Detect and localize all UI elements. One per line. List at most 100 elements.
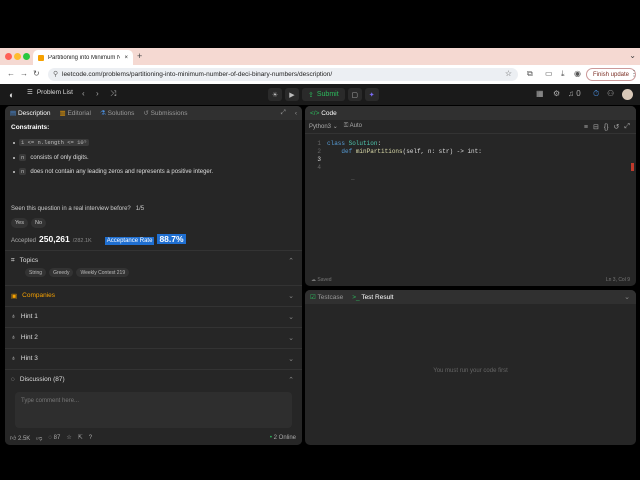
premium-icon[interactable]: ⚇ [607,89,614,98]
description-panel: ▤ Description ▥ Editorial ⚗ Solutions ↺ … [5,106,302,445]
timer-icon[interactable]: ⏱ [593,89,599,99]
lightbulb-icon: ♁ [11,313,16,320]
topic-tag[interactable]: Greedy [49,268,74,277]
browser-tab-title: Partitioning into Minimum N... [48,54,121,61]
companies-section[interactable]: ▣ Companies ⌄ [5,285,302,305]
chevron-down-icon: ⌄ [288,292,294,300]
tab-editorial[interactable]: ▥ Editorial [59,109,90,117]
dislike-button[interactable]: 👎︎ [36,434,42,442]
collapse-icon[interactable]: ‹ [295,110,297,117]
hint-1-section[interactable]: ♁ Hint 1 ⌄ [5,306,302,326]
panel-options-icon[interactable]: ⌄ [624,293,630,301]
terminal-icon: >_ [352,293,360,301]
constraint-item: n does not contain any leading zeros and… [13,168,213,175]
notifications-icon[interactable]: ♫ 0 [568,89,581,98]
test-panel-tabs: ☑ Testcase >_ Test Result [305,290,636,304]
favorite-star-icon[interactable]: ☆ [66,434,71,441]
yes-button[interactable]: Yes [11,218,28,228]
download-icon[interactable]: ⤓ [561,69,565,79]
profile-icon[interactable]: ◉ [574,69,581,78]
run-code-message: You must run your code first [433,368,508,374]
site-info-icon[interactable]: ⚲ [53,70,58,78]
language-select[interactable]: Python3 ⌄ [309,123,338,130]
prev-problem-icon[interactable]: ‹ [82,89,85,98]
code-tools: ≡ ⊟ {} ↺ ⤢ [584,120,630,134]
accepted-value: 250,261 [39,234,70,244]
code-line-2: def minPartitions(self, n: str) -> int: [341,148,482,155]
bullet-dot [13,141,15,144]
avatar[interactable] [622,89,633,100]
braces-icon[interactable]: {} [604,124,609,131]
sidebar-icon[interactable]: ▭ [545,69,553,78]
finish-update-button[interactable]: Finish update [586,68,637,81]
no-button[interactable]: No [31,218,47,228]
browser-menu-icon[interactable]: ⋮ [630,69,638,78]
browser-tab[interactable]: Partitioning into Minimum N... × [33,50,133,65]
fullscreen-icon[interactable]: ⤢ [624,123,630,131]
forward-icon[interactable]: → [20,69,28,78]
topic-tag[interactable]: String [25,268,47,277]
tab-submissions[interactable]: ↺ Submissions [143,109,187,117]
acceptance-rate-value: 88.7% [157,234,186,244]
online-count: 2 [273,434,277,441]
like-button[interactable]: 👍︎ 2.5K [10,434,30,442]
tab-test-result[interactable]: >_ Test Result [352,294,393,301]
problem-list-button[interactable]: ☰ Problem List [27,88,73,97]
maximize-window-button[interactable] [23,53,30,60]
shuffle-icon[interactable]: ⤨ [110,89,116,99]
run-button[interactable]: ▶ [285,88,299,101]
topics-section[interactable]: ⌗ Topics ⌃ [5,250,302,270]
chevron-up-icon: ⌃ [288,376,294,384]
submit-label: Submit [316,91,339,98]
discussion-label: Discussion (87) [19,376,65,383]
reset-icon[interactable]: ↺ [614,123,620,131]
tab-solutions[interactable]: ⚗ Solutions [100,109,134,117]
discussion-section[interactable]: ◌ Discussion (87) ⌃ [5,369,302,389]
hint-3-section[interactable]: ♁ Hint 3 ⌄ [5,348,302,368]
format-icon[interactable]: ≡ [584,124,588,131]
line-number: 3 [317,156,321,163]
code-panel-header: </> Code [305,106,636,120]
close-window-button[interactable] [5,53,12,60]
seen-question-text: Seen this question in a real interview b… [11,206,131,212]
debug-icon[interactable]: ☀ [268,88,282,101]
layout-icon[interactable]: ▦ [536,89,544,98]
tab-description[interactable]: ▤ Description [10,109,50,117]
testcase-label: Testcase [317,294,344,301]
notes-icon[interactable]: ▢ [347,88,362,101]
submit-button[interactable]: ⇪ Submit [302,88,345,101]
ai-assistant-icon[interactable]: ✦ [364,88,379,101]
hint-2-label: Hint 2 [20,334,38,341]
bookmark-icon[interactable]: ⊟ [593,123,599,131]
share-icon[interactable]: ⇱ [78,434,83,441]
auto-mode-toggle[interactable]: ⚿ Auto [344,123,362,130]
close-tab-icon[interactable]: × [124,55,128,61]
tab-search-icon[interactable]: ⌄ [629,51,636,60]
settings-icon[interactable]: ⚙ [553,89,560,98]
expand-icon[interactable]: ⤢ [281,109,286,117]
cursor-marker: _ [351,174,355,181]
test-panel: ☑ Testcase >_ Test Result ⌄ You must run… [305,290,636,445]
reload-icon[interactable]: ↻ [33,69,40,78]
leetcode-logo-icon[interactable]: ◐ [9,90,14,100]
back-icon[interactable]: ← [7,69,15,78]
tab-testcase[interactable]: ☑ Testcase [310,293,343,301]
code-tab[interactable]: </> Code [310,110,337,117]
constraint-code: n [19,168,27,175]
hint-2-section[interactable]: ♁ Hint 2 ⌄ [5,327,302,347]
minimize-window-button[interactable] [14,53,21,60]
next-problem-icon[interactable]: › [96,89,99,98]
leetcode-favicon-icon [38,54,44,61]
comments-button[interactable]: ◌ 87 [48,435,60,441]
bookmark-star-icon[interactable]: ☆ [505,69,512,78]
topic-tags: String Greedy Weekly Contest 219 [25,268,130,277]
comment-input[interactable]: Type comment here... [15,392,292,428]
description-footer: 👍︎ 2.5K 👎︎ ◌ 87 ☆ ⇱ ? • 2 Online [5,430,302,445]
class-name: Solution [348,140,378,147]
help-icon[interactable]: ? [89,435,92,441]
chevron-up-icon: ⌃ [288,257,294,265]
extensions-icon[interactable]: ⧉ [527,69,533,79]
new-tab-button[interactable]: + [137,51,142,61]
topic-tag[interactable]: Weekly Contest 219 [76,268,130,277]
address-bar[interactable]: ⚲ leetcode.com/problems/partitioning-int… [48,68,518,81]
